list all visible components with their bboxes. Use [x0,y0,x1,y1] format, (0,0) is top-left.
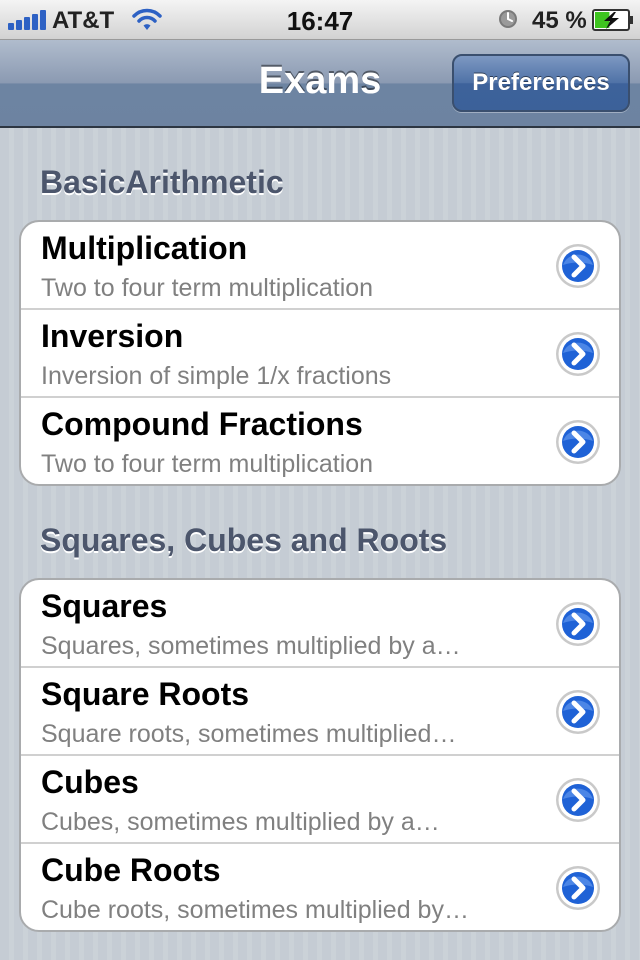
detail-disclosure-icon[interactable] [555,243,601,289]
preferences-button[interactable]: Preferences [452,54,630,112]
row-title: Square Roots [41,676,250,712]
detail-disclosure-icon[interactable] [555,601,601,647]
row-subtitle: Square roots, sometimes multiplied… [41,720,457,748]
row-subtitle: Inversion of simple 1/x fractions [41,362,392,390]
table-row-compound-fractions[interactable]: Compound Fractions Two to four term mult… [21,398,619,484]
row-title: Multiplication [41,230,248,266]
table-row-cube-roots[interactable]: Cube Roots Cube roots, sometimes multipl… [21,844,619,930]
detail-disclosure-icon[interactable] [555,689,601,735]
row-title: Cube Roots [41,852,221,888]
row-title: Compound Fractions [41,406,363,442]
detail-disclosure-icon[interactable] [555,419,601,465]
table-row-inversion[interactable]: Inversion Inversion of simple 1/x fracti… [21,310,619,398]
row-title: Squares [41,588,168,624]
table-group-squares-cubes-roots: Squares Squares, sometimes multiplied by… [19,578,621,932]
detail-disclosure-icon[interactable] [555,777,601,823]
table-row-cubes[interactable]: Cubes Cubes, sometimes multiplied by a… [21,756,619,844]
row-subtitle: Two to four term multiplication [41,450,374,478]
section-header-squares-cubes-roots: Squares, Cubes and Roots [40,522,448,558]
alarm-clock-icon [499,10,517,28]
table-group-basic-arithmetic: Multiplication Two to four term multipli… [19,220,621,486]
table-row-squares[interactable]: Squares Squares, sometimes multiplied by… [21,580,619,668]
navigation-bar: Exams Preferences [0,40,640,128]
status-bar: AT&T 16:47 45 % [0,0,640,40]
battery-charging-icon [592,9,633,31]
battery-percent: 45 % [532,7,587,34]
row-title: Cubes [41,764,139,800]
row-title: Inversion [41,318,184,354]
row-subtitle: Two to four term multiplication [41,274,374,302]
table-row-multiplication[interactable]: Multiplication Two to four term multipli… [21,222,619,310]
row-subtitle: Squares, sometimes multiplied by a… [41,632,461,660]
detail-disclosure-icon[interactable] [555,331,601,377]
detail-disclosure-icon[interactable] [555,865,601,911]
section-header-basic-arithmetic: BasicArithmetic [40,164,284,200]
table-row-square-roots[interactable]: Square Roots Square roots, sometimes mul… [21,668,619,756]
row-subtitle: Cube roots, sometimes multiplied by… [41,896,469,924]
row-subtitle: Cubes, sometimes multiplied by a… [41,808,440,836]
